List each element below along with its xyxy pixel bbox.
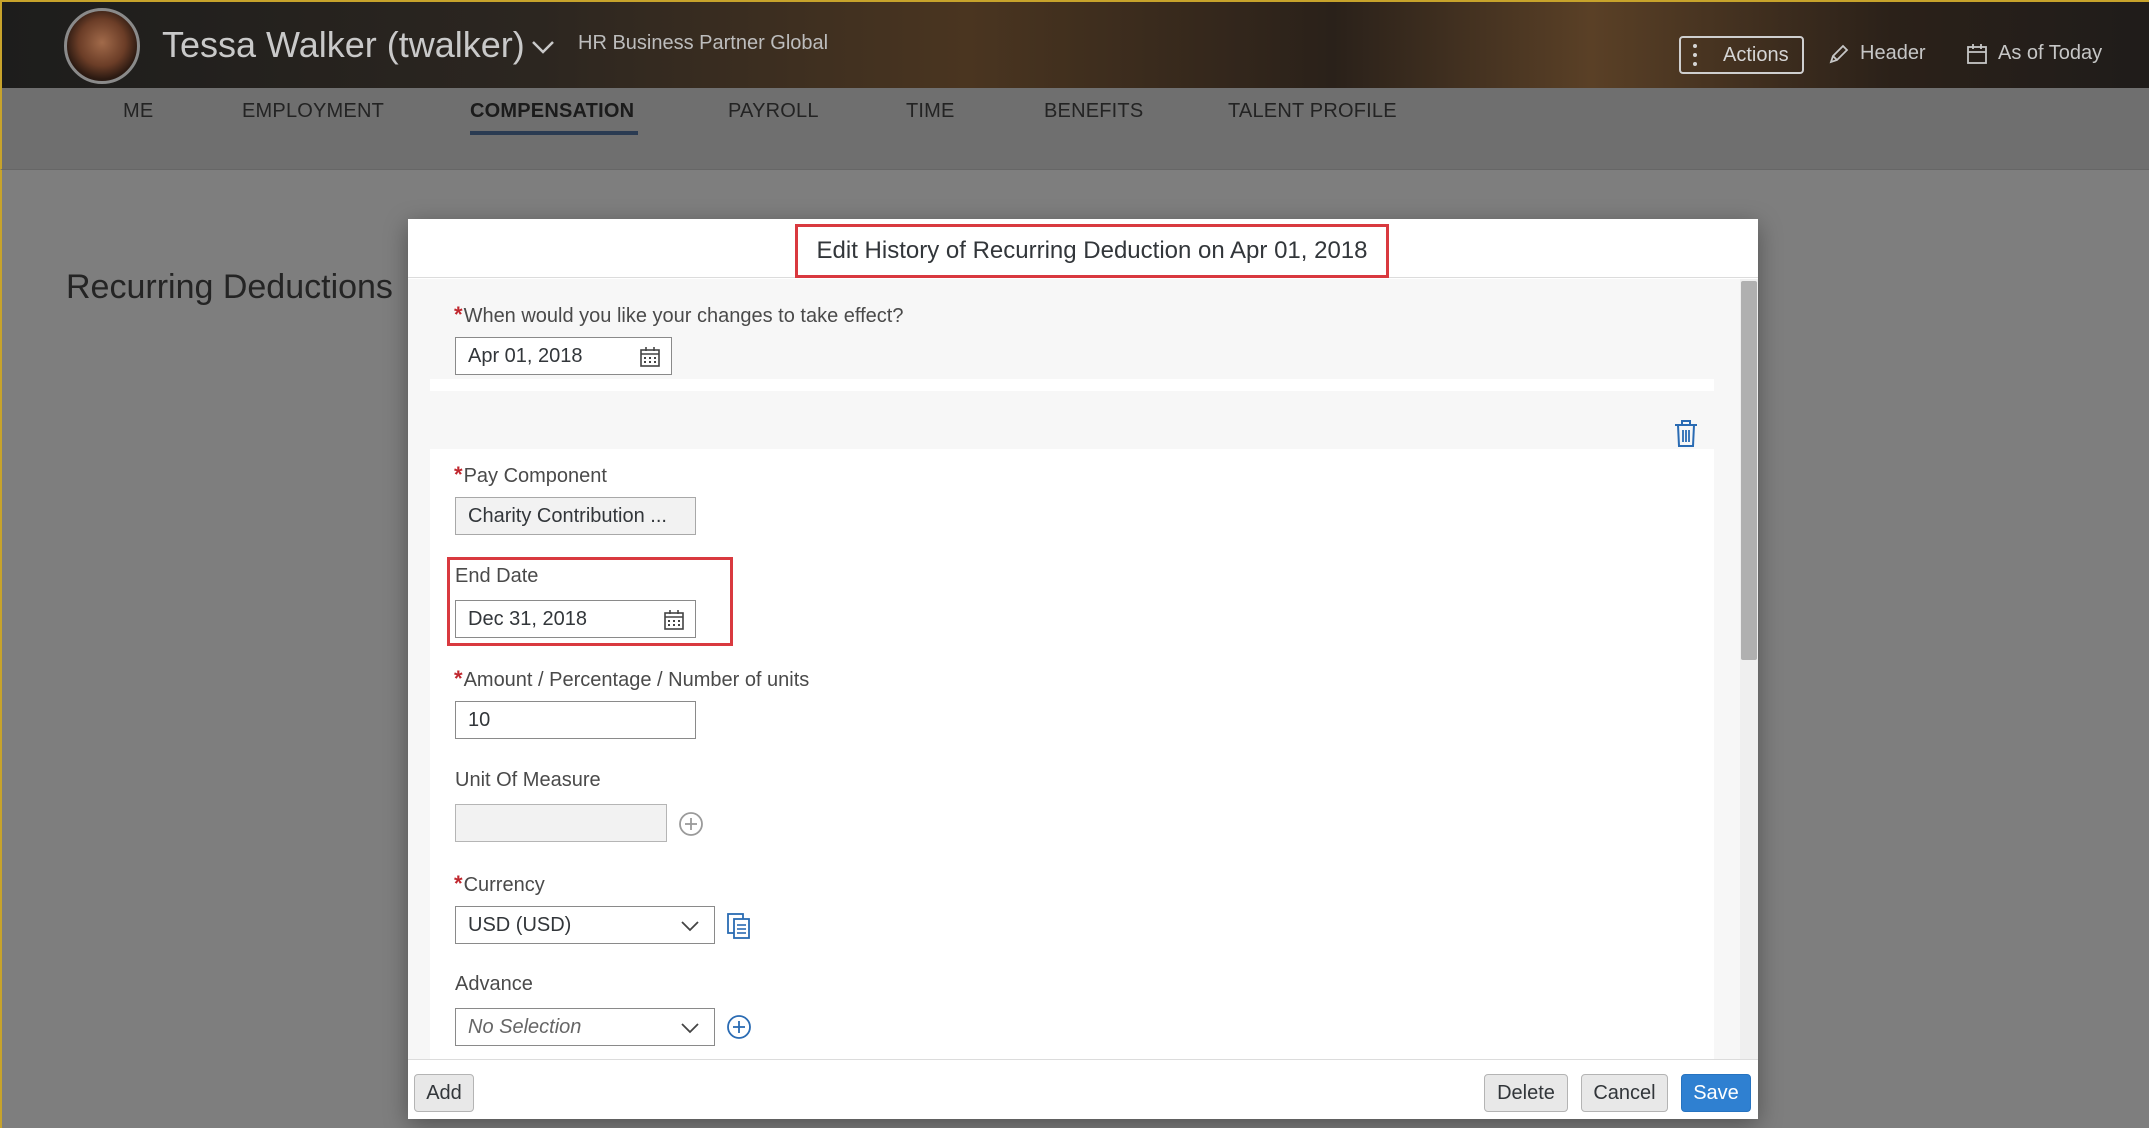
calendar-icon (1967, 43, 1987, 64)
page-title: Recurring Deductions (66, 268, 393, 306)
calendar-icon[interactable] (639, 346, 661, 368)
employee-name[interactable]: Tessa Walker (twalker) (162, 24, 525, 66)
add-button[interactable]: Add (414, 1074, 474, 1112)
effective-date-field[interactable]: Apr 01, 2018 (455, 337, 672, 375)
as-of-today-button[interactable]: As of Today (1966, 42, 2102, 65)
amount-value: 10 (468, 708, 491, 731)
employee-role: HR Business Partner Global (578, 32, 829, 54)
tab-payroll[interactable]: PAYROLL (728, 100, 819, 123)
tab-compensation[interactable]: COMPENSATION (470, 100, 634, 123)
scrollbar-thumb[interactable] (1741, 281, 1757, 660)
amount-label: *Amount / Percentage / Number of units (454, 666, 810, 691)
dialog-header: Edit History of Recurring Deduction on A… (408, 219, 1758, 278)
end-date-value: Dec 31, 2018 (468, 607, 587, 630)
deduction-fields (430, 449, 1714, 1059)
chevron-down-icon (681, 1023, 699, 1034)
more-vertical-icon (1693, 44, 1697, 66)
header-label: Header (1860, 42, 1926, 64)
amount-input[interactable]: 10 (455, 701, 696, 739)
effective-date-value: Apr 01, 2018 (468, 344, 583, 367)
tab-benefits[interactable]: BENEFITS (1044, 100, 1143, 123)
save-button[interactable]: Save (1681, 1074, 1751, 1112)
plus-circle-icon[interactable] (678, 811, 704, 837)
currency-value: USD (USD) (468, 913, 572, 936)
pay-component-field: Charity Contribution ... (455, 497, 696, 535)
required-marker: * (454, 871, 463, 896)
currency-label: *Currency (454, 871, 545, 896)
dialog-title: Edit History of Recurring Deduction on A… (795, 224, 1389, 278)
pay-component-value: Charity Contribution ... (468, 504, 667, 527)
as-of-label: As of Today (1998, 42, 2103, 64)
unit-of-measure-field (455, 804, 667, 842)
tab-me[interactable]: ME (123, 100, 153, 123)
chevron-down-icon[interactable] (530, 38, 556, 56)
currency-select[interactable]: USD (USD) (455, 906, 715, 944)
advance-select[interactable]: No Selection (455, 1008, 715, 1046)
plus-circle-icon[interactable] (726, 1014, 752, 1040)
actions-button[interactable]: Actions (1679, 36, 1804, 74)
effective-date-label: *When would you like your changes to tak… (454, 302, 904, 327)
unit-of-measure-label: Unit Of Measure (455, 769, 601, 791)
active-tab-indicator (470, 131, 638, 135)
tab-talent-profile[interactable]: TALENT PROFILE (1228, 100, 1397, 123)
required-marker: * (454, 302, 463, 327)
end-date-label: End Date (455, 565, 539, 587)
pay-component-label: *Pay Component (454, 462, 607, 487)
end-date-field[interactable]: Dec 31, 2018 (455, 600, 696, 638)
tab-time[interactable]: TIME (906, 100, 955, 123)
copy-icon[interactable] (726, 912, 752, 940)
tab-employment[interactable]: EMPLOYMENT (242, 100, 384, 123)
calendar-icon[interactable] (663, 609, 685, 631)
required-marker: * (454, 666, 463, 691)
header-toggle-button[interactable]: Header (1828, 42, 1926, 65)
advance-label: Advance (455, 973, 533, 995)
trash-icon[interactable] (1673, 420, 1699, 448)
required-marker: * (454, 462, 463, 487)
dialog-footer: Add Delete Cancel Save (408, 1059, 1758, 1119)
advance-value: No Selection (468, 1015, 582, 1038)
cancel-button[interactable]: Cancel (1581, 1074, 1668, 1112)
actions-label: Actions (1723, 43, 1789, 66)
pencil-icon (1829, 44, 1849, 63)
chevron-down-icon (681, 921, 699, 932)
delete-button[interactable]: Delete (1484, 1074, 1568, 1112)
avatar[interactable] (64, 8, 140, 84)
section-divider (430, 379, 1714, 391)
